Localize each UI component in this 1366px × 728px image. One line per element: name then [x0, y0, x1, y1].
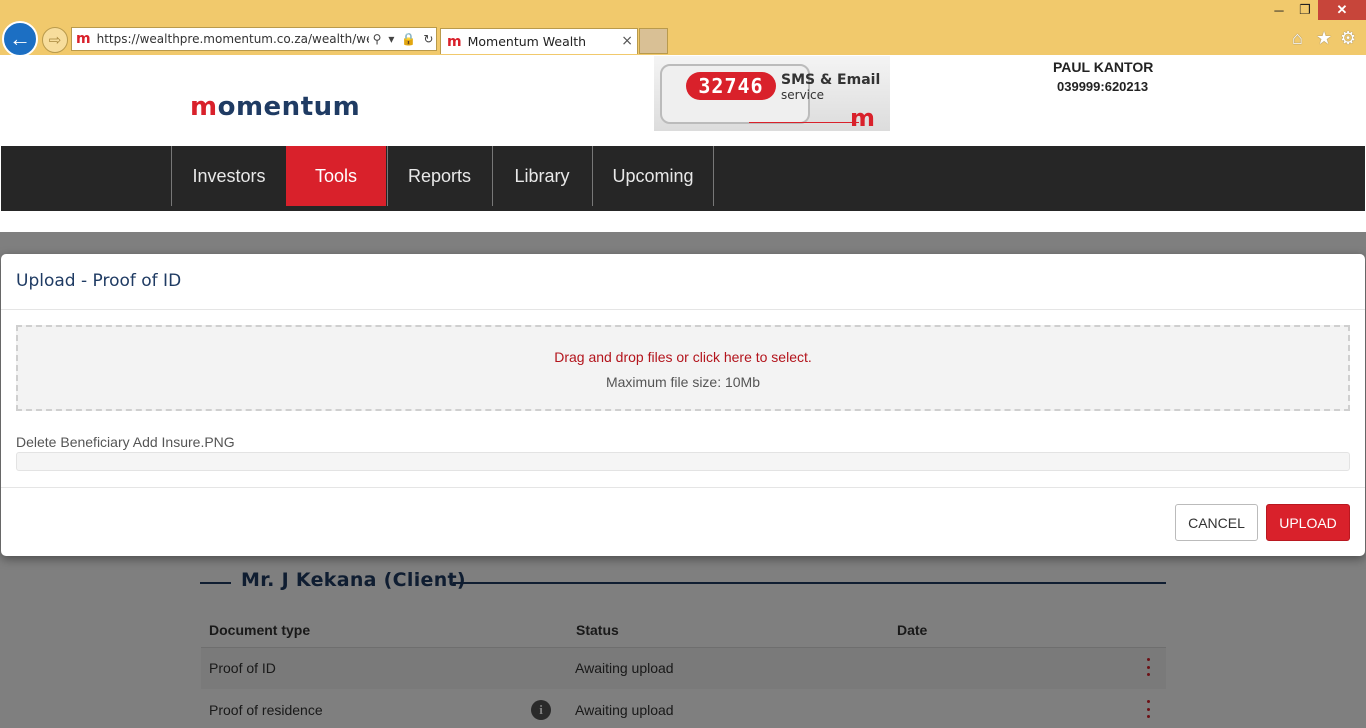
banner-number: 32746 [686, 72, 776, 100]
banner-subtitle: service [781, 88, 824, 102]
dropzone-message[interactable]: Drag and drop files or click here to sel… [18, 349, 1348, 365]
refresh-icon[interactable]: ↻ [423, 32, 433, 46]
sms-email-banner[interactable]: 32746 SMS & Email service m [654, 56, 890, 131]
arrow-right-icon: ⇨ [48, 32, 62, 49]
close-tab-icon[interactable]: × [621, 33, 633, 49]
modal-divider [1, 487, 1365, 488]
banner-logo-icon: m [850, 104, 876, 131]
modal-divider [1, 309, 1365, 310]
selected-file-name: Delete Beneficiary Add Insure.PNG [16, 434, 235, 450]
nav-library[interactable]: Library [492, 146, 591, 206]
file-dropzone[interactable]: Drag and drop files or click here to sel… [16, 325, 1350, 411]
minimize-button[interactable]: ─ [1266, 0, 1292, 20]
home-icon[interactable]: ⌂ [1292, 28, 1303, 49]
user-code: 039999:620213 [1057, 79, 1149, 94]
site-favicon-icon: m [76, 31, 91, 47]
user-name: PAUL KANTOR [1053, 59, 1154, 75]
dropzone-size-limit: Maximum file size: 10Mb [605, 374, 761, 390]
upload-modal: Upload - Proof of ID Drag and drop files… [1, 254, 1365, 556]
maximize-button[interactable]: ❐ [1292, 0, 1318, 20]
forward-button[interactable]: ⇨ [42, 27, 68, 53]
nav-investors[interactable]: Investors [171, 146, 286, 206]
banner-divider [749, 122, 859, 123]
gear-icon[interactable]: ⚙ [1340, 28, 1356, 49]
dropdown-icon[interactable]: ▾ [388, 32, 394, 46]
search-icon[interactable]: ⚲ [373, 32, 382, 46]
tab-title: Momentum Wealth [467, 34, 587, 49]
upload-progress-bar [16, 452, 1350, 471]
star-icon[interactable]: ★ [1316, 28, 1332, 49]
site-favicon-icon: m [447, 33, 462, 50]
main-nav: Investors Tools Reports Library Upcoming [1, 146, 1365, 211]
close-window-button[interactable]: ✕ [1318, 0, 1366, 20]
nav-upcoming[interactable]: Upcoming [592, 146, 714, 206]
browser-chrome: ← ⇨ m https://wealthpre.momentum.co.za/w… [0, 0, 1366, 57]
address-bar[interactable]: m https://wealthpre.momentum.co.za/wealt… [71, 27, 437, 51]
browser-tab[interactable]: m Momentum Wealth × [440, 28, 638, 54]
nav-reports[interactable]: Reports [387, 146, 491, 206]
momentum-logo[interactable]: momentum [190, 92, 360, 122]
modal-title: Upload - Proof of ID [16, 271, 182, 291]
banner-title: SMS & Email [781, 72, 881, 88]
url-text[interactable]: https://wealthpre.momentum.co.za/wealth/… [97, 32, 369, 46]
new-tab-button[interactable] [639, 28, 668, 54]
arrow-left-icon: ← [9, 26, 31, 51]
upload-button[interactable]: UPLOAD [1266, 504, 1350, 541]
lock-icon[interactable]: 🔒 [401, 32, 416, 46]
nav-tools[interactable]: Tools [286, 146, 386, 206]
back-button[interactable]: ← [2, 21, 38, 57]
cancel-button[interactable]: CANCEL [1175, 504, 1258, 541]
